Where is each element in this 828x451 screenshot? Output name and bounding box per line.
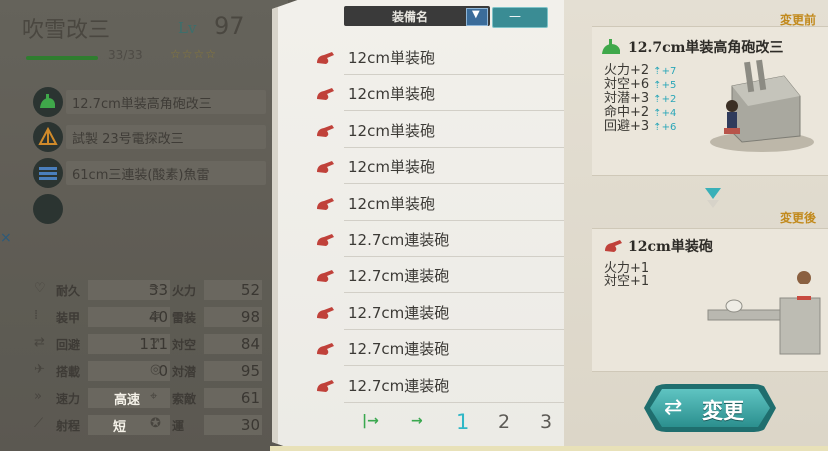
equipment-list-item[interactable]: 12.7cm連装砲 (310, 330, 580, 367)
prev-page-button[interactable]: → (411, 413, 423, 429)
bonus-row: 命中+2 ⇡+4 (604, 105, 677, 120)
equipment-list-label: 12cm単装砲 (348, 158, 435, 177)
bottom-divider (270, 446, 828, 451)
equipment-list-label: 12cm単装砲 (348, 85, 435, 104)
range-icon: ⟋ (34, 416, 44, 431)
equipment-list-item[interactable]: 12cm単装砲 (310, 185, 580, 221)
equipment-list-label: 12.7cm連装砲 (348, 231, 450, 249)
equipment-list-label: 12cm単装砲 (348, 121, 435, 140)
bonus-row: 対空+6 ⇡+5 (604, 77, 677, 92)
gun-icon (314, 378, 336, 398)
aa-gun-icon (33, 87, 63, 117)
ship-name: 吹雪改三 (22, 18, 111, 43)
equipment-list-item[interactable]: 12cm単装砲 (310, 75, 580, 112)
equipment-illustration (702, 56, 822, 160)
torpedo-icon (33, 158, 63, 188)
equipment-list-label: 12cm単装砲 (348, 194, 435, 213)
equipment-slot-2[interactable]: 試製 23号電探改三 › (30, 121, 276, 153)
bonus-row: 対空+1 (604, 274, 650, 289)
plane-icon: ✈ (34, 362, 45, 377)
equipment-slot-label: 試製 23号電探改三 (72, 132, 184, 147)
level-label: Lv (178, 19, 197, 37)
sort-button[interactable]: — (492, 7, 548, 28)
gun-icon (314, 268, 336, 288)
equipment-list-item[interactable]: 12cm単装砲 (310, 148, 580, 185)
chevron-down-icon: ▼ (472, 9, 480, 20)
before-bonus-list: 火力+2 ⇡+7 対空+6 ⇡+5 対潜+3 ⇡+2 命中+2 ⇡+4 回避+3 ⇡+6 (604, 64, 676, 134)
gun-icon (314, 341, 336, 361)
los-icon: ⌖ (150, 389, 158, 404)
radar-icon (33, 122, 63, 152)
equipment-slot-1[interactable]: 12.7cm単装高角砲改三 › (30, 86, 276, 118)
empty-slot-icon (33, 194, 63, 224)
after-equipment-name: 12cm単装砲 (628, 239, 713, 255)
stat-anti-sub: ◎ 対潜 95 (150, 361, 262, 381)
page-2-button[interactable]: 2 (498, 411, 510, 433)
bonus-row: 対潜+3 ⇡+2 (604, 91, 677, 106)
equipment-slot-label: 12.7cm単装高角砲改三 (72, 97, 212, 112)
equipment-list-item[interactable]: 12.7cm連装砲 (310, 257, 580, 294)
aa-gun-icon (600, 38, 622, 60)
page-1-button[interactable]: 1 (456, 410, 469, 434)
change-button[interactable]: ⇄ 変更 (644, 384, 776, 432)
equipment-list-item[interactable]: 12.7cm連装砲 (310, 367, 580, 403)
cannon-icon: ═ (150, 281, 158, 296)
hp-bar (26, 56, 98, 60)
equipment-list-label: 12.7cm連装砲 (348, 267, 450, 286)
stat-firepower: ═ 火力 52 (150, 280, 262, 300)
page-3-button[interactable]: 3 (540, 411, 552, 433)
gun-icon (602, 238, 624, 258)
hp-text: 33/33 (108, 48, 143, 62)
equipment-list-label: 12.7cm連装砲 (348, 340, 450, 359)
luck-icon: ✪ (150, 416, 161, 431)
equipment-list-item[interactable]: 12cm単装砲 (310, 39, 580, 75)
change-button-label: 変更 (702, 398, 744, 423)
stat-anti-air: ↗ 対空 84 (150, 334, 262, 354)
bonus-row: 火力+2 ⇡+7 (604, 63, 677, 78)
stat-torpedo: ≡ 雷装 98 (150, 307, 262, 327)
close-icon[interactable]: × (0, 230, 12, 246)
level-value: 97 (214, 12, 245, 40)
upgrade-stars: ☆☆☆☆ (170, 47, 218, 61)
first-page-button[interactable]: |→ (362, 413, 379, 429)
equipment-list-item[interactable]: 12.7cm連装砲 (310, 221, 580, 257)
chevron-down-icon (703, 186, 723, 214)
gun-icon (314, 196, 336, 216)
equipment-list-label: 12.7cm連装砲 (348, 376, 450, 395)
ship-status-panel (0, 0, 288, 451)
equipment-list-label: 12cm単装砲 (348, 49, 435, 67)
evasion-icon: ⇄ (34, 335, 45, 350)
anti-sub-icon: ◎ (150, 362, 162, 377)
swap-icon: ⇄ (664, 395, 683, 420)
gun-icon (314, 232, 336, 252)
bonus-row: 回避+3 ⇡+6 (604, 119, 677, 134)
before-equipment-name: 12.7cm単装高角砲改三 (628, 40, 784, 56)
anti-air-icon: ↗ (150, 335, 161, 350)
stat-los: ⌖ 索敵 61 (150, 388, 262, 408)
equipment-illustration (700, 268, 828, 372)
gun-icon (314, 50, 336, 70)
armor-icon: ⁞ (34, 308, 39, 323)
speed-icon: » (34, 389, 42, 404)
equipment-list-label: 12.7cm連装砲 (348, 303, 450, 322)
equipment-slot-4[interactable] (30, 193, 270, 225)
after-tag: 変更後 (780, 211, 817, 225)
gun-icon (314, 305, 336, 325)
gun-icon (314, 86, 336, 106)
sort-dropdown[interactable]: ▼ (466, 8, 488, 26)
heart-icon: ♡ (34, 281, 46, 296)
list-header-label: 装備名 (392, 10, 429, 24)
gun-icon (314, 159, 336, 179)
after-bonus-list: 火力+1 対空+1 (604, 262, 649, 288)
equipment-list-item[interactable]: 12.7cm連装砲 (310, 294, 580, 330)
stat-luck: ✪ 運 30 (150, 415, 262, 435)
equipment-slot-3[interactable]: 61cm三連装(酸素)魚雷 › (30, 157, 276, 189)
gun-icon (314, 123, 336, 143)
equipment-slot-label: 61cm三連装(酸素)魚雷 (72, 168, 210, 183)
torpedo-stat-icon: ≡ (150, 308, 161, 323)
equipment-list-item[interactable]: 12cm単装砲 (310, 112, 580, 148)
